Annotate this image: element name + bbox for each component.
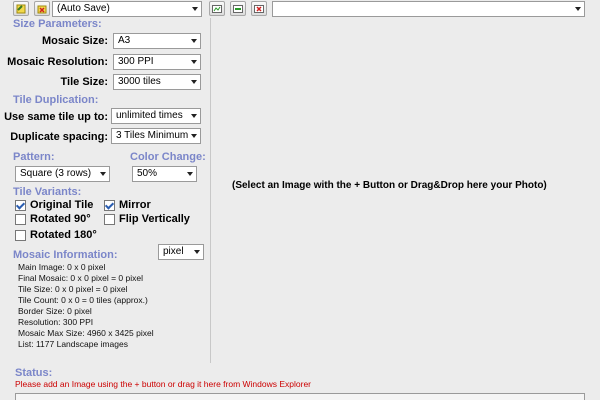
remove-image-button[interactable]	[251, 1, 267, 16]
checkbox-unchecked-icon	[15, 229, 26, 241]
toolbar: (Auto Save)	[0, 0, 600, 18]
checkbox-unchecked-icon	[104, 213, 115, 225]
rotated-90-label: Rotated 90°	[30, 213, 91, 225]
tile-size-label: Tile Size:	[60, 76, 108, 88]
progress-bar	[15, 393, 585, 400]
preset-value: (Auto Save)	[57, 3, 110, 14]
drop-instruction: (Select an Image with the + Button or Dr…	[232, 180, 547, 191]
same-tile-value: unlimited times	[116, 110, 183, 121]
same-tile-select[interactable]: unlimited times	[111, 108, 201, 124]
chevron-down-icon	[100, 172, 106, 176]
pattern-select[interactable]: Square (3 rows)	[15, 166, 110, 182]
mirror-label: Mirror	[119, 199, 151, 211]
color-change-select[interactable]: 50%	[132, 166, 197, 182]
mosaic-resolution-select[interactable]: 300 PPI	[113, 54, 201, 70]
unit-select[interactable]: pixel	[158, 244, 204, 260]
mosaic-resolution-value: 300 PPI	[118, 56, 154, 67]
chevron-down-icon	[191, 134, 197, 138]
chevron-down-icon	[575, 7, 581, 11]
status-heading: Status:	[15, 367, 53, 379]
info-line-main-image: Main Image: 0 x 0 pixel	[18, 262, 106, 272]
flip-vertically-label: Flip Vertically	[119, 213, 190, 225]
tile-variants-heading: Tile Variants:	[13, 186, 82, 198]
duplicate-spacing-value: 3 Tiles Minimum	[116, 130, 189, 141]
info-line-tile-size: Tile Size: 0 x 0 pixel = 0 pixel	[18, 284, 128, 294]
original-tile-checkbox[interactable]: Original Tile	[15, 199, 93, 211]
size-parameters-heading: Size Parameters:	[13, 18, 102, 30]
chevron-down-icon	[194, 250, 200, 254]
info-line-final-mosaic: Final Mosaic: 0 x 0 pixel = 0 pixel	[18, 273, 143, 283]
pattern-value: Square (3 rows)	[20, 168, 92, 179]
rotated-180-label: Rotated 180°	[30, 229, 97, 241]
original-tile-label: Original Tile	[30, 199, 94, 211]
chevron-down-icon	[191, 60, 197, 64]
image-list-select[interactable]	[272, 1, 585, 17]
duplicate-spacing-select[interactable]: 3 Tiles Minimum	[111, 128, 201, 144]
duplicate-spacing-label: Duplicate spacing:	[10, 131, 108, 143]
checkbox-checked-icon	[15, 199, 26, 211]
tile-size-select[interactable]: 3000 tiles	[113, 74, 201, 90]
rotated-90-checkbox[interactable]: Rotated 90°	[15, 213, 91, 225]
checkbox-checked-icon	[104, 199, 115, 211]
mosaic-size-value: A3	[118, 35, 131, 46]
delete-icon	[37, 5, 47, 13]
color-change-value: 50%	[137, 168, 158, 179]
preset-select[interactable]: (Auto Save)	[52, 1, 202, 17]
color-change-heading: Color Change:	[130, 151, 206, 163]
pattern-heading: Pattern:	[13, 151, 55, 163]
tile-size-value: 3000 tiles	[118, 76, 161, 87]
info-line-list: List: 1177 Landscape images	[18, 339, 128, 349]
info-line-border-size: Border Size: 0 pixel	[18, 306, 92, 316]
mosaic-size-select[interactable]: A3	[113, 33, 201, 49]
checkbox-unchecked-icon	[15, 213, 26, 225]
mosaic-information-heading: Mosaic Information:	[13, 249, 118, 261]
status-message: Please add an Image using the + button o…	[15, 379, 312, 389]
chevron-down-icon	[192, 7, 198, 11]
settings-panel: Size Parameters: Mosaic Size: A3 Mosaic …	[0, 18, 211, 363]
mosaic-resolution-label: Mosaic Resolution:	[7, 56, 108, 68]
info-line-resolution: Resolution: 300 PPI	[18, 317, 94, 327]
pencil-icon	[16, 4, 26, 13]
chevron-down-icon	[191, 39, 197, 43]
unit-value: pixel	[163, 246, 184, 257]
mosaic-size-label: Mosaic Size:	[41, 35, 108, 47]
info-line-tile-count: Tile Count: 0 x 0 = 0 tiles (approx.)	[18, 295, 148, 305]
mirror-checkbox[interactable]: Mirror	[104, 199, 151, 211]
flip-vertically-checkbox[interactable]: Flip Vertically	[104, 213, 190, 225]
chevron-down-icon	[187, 172, 193, 176]
add-image-icon	[212, 4, 222, 13]
info-line-max-size: Mosaic Max Size: 4960 x 3425 pixel	[18, 328, 154, 338]
chevron-down-icon	[191, 80, 197, 84]
chevron-down-icon	[191, 114, 197, 118]
same-tile-label: Use same tile up to:	[4, 111, 108, 123]
remove-icon	[254, 4, 264, 13]
export-image-button[interactable]	[230, 1, 246, 16]
new-project-button[interactable]	[13, 1, 29, 16]
rotated-180-checkbox[interactable]: Rotated 180°	[15, 229, 97, 241]
tile-duplication-heading: Tile Duplication:	[13, 94, 99, 106]
add-image-button[interactable]	[209, 1, 225, 16]
delete-project-button[interactable]	[34, 1, 50, 16]
export-icon	[233, 4, 243, 13]
